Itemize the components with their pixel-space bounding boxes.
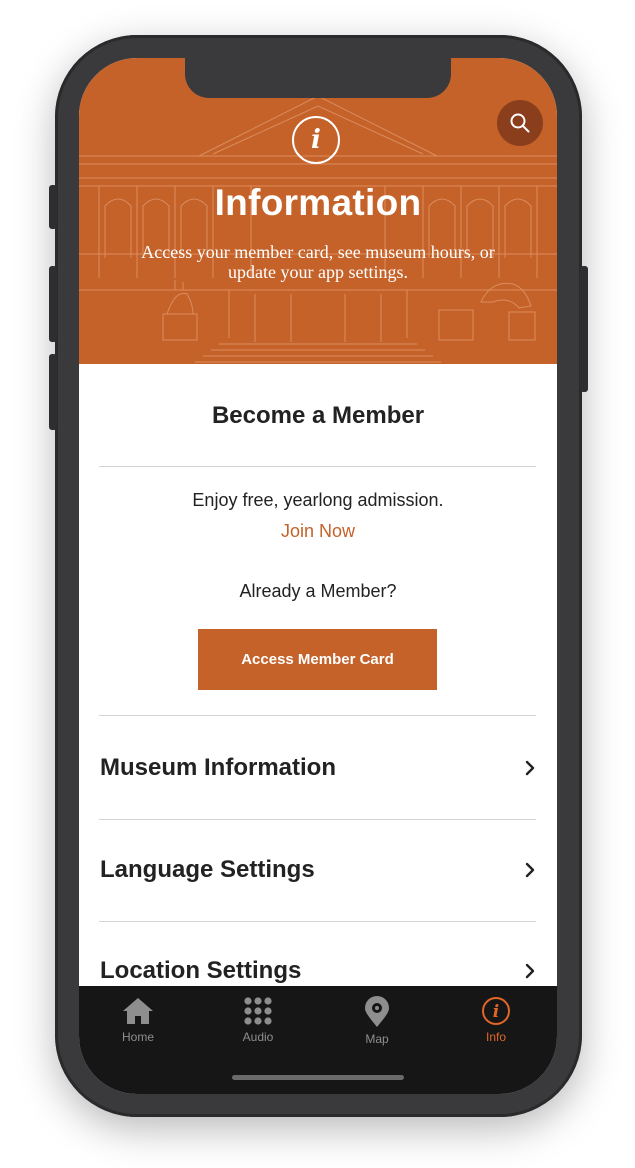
membership-title: Become a Member <box>211 402 425 429</box>
svg-text:i: i <box>493 1002 499 1022</box>
hero-banner: i Information Access your member card, s… <box>79 58 557 364</box>
divider <box>99 819 536 820</box>
page-subtitle: Access your member card, see museum hour… <box>141 242 495 282</box>
tab-bar: Home Audio Map i Info <box>79 986 557 1094</box>
notch <box>185 58 451 98</box>
info-icon: i <box>292 116 340 164</box>
divider <box>99 921 536 922</box>
tab-audio[interactable]: Audio <box>218 996 298 1050</box>
power-button <box>580 266 588 392</box>
info-glyph: i <box>311 125 321 155</box>
silent-switch <box>49 185 57 229</box>
tab-info[interactable]: i Info <box>456 996 536 1050</box>
tab-label: Home <box>121 1030 154 1044</box>
menu-item-language-settings[interactable]: Language Settings <box>100 840 536 900</box>
search-icon <box>510 113 530 133</box>
already-member-text: Already a Member? <box>239 581 397 601</box>
app-screen: i Information Access your member card, s… <box>79 58 557 1094</box>
tab-map[interactable]: Map <box>337 996 417 1050</box>
divider <box>99 715 536 716</box>
page-title: Information <box>214 182 422 223</box>
tab-label: Audio <box>242 1030 274 1044</box>
chevron-right-icon <box>525 862 535 878</box>
membership-description: Enjoy free, yearlong admission. <box>192 490 444 510</box>
divider <box>99 466 536 467</box>
menu-item-label: Language Settings <box>100 856 315 883</box>
tab-home[interactable]: Home <box>98 996 178 1050</box>
volume-up-button <box>49 266 57 342</box>
access-member-card-button[interactable]: Access Member Card <box>198 629 437 690</box>
keypad-icon <box>244 997 272 1025</box>
menu-item-museum-information[interactable]: Museum Information <box>100 738 536 798</box>
home-icon <box>123 998 153 1024</box>
search-button[interactable] <box>497 100 543 146</box>
tab-label: Map <box>365 1032 389 1046</box>
volume-down-button <box>49 354 57 430</box>
join-now-link[interactable]: Join Now <box>79 521 557 542</box>
menu-item-label: Museum Information <box>100 754 337 781</box>
menu-item-label: Location Settings <box>100 957 302 984</box>
map-pin-icon <box>365 996 389 1027</box>
chevron-right-icon <box>525 760 535 776</box>
chevron-right-icon <box>525 963 535 979</box>
home-indicator <box>232 1075 404 1080</box>
info-icon: i <box>482 997 510 1025</box>
tab-label: Info <box>485 1030 506 1044</box>
